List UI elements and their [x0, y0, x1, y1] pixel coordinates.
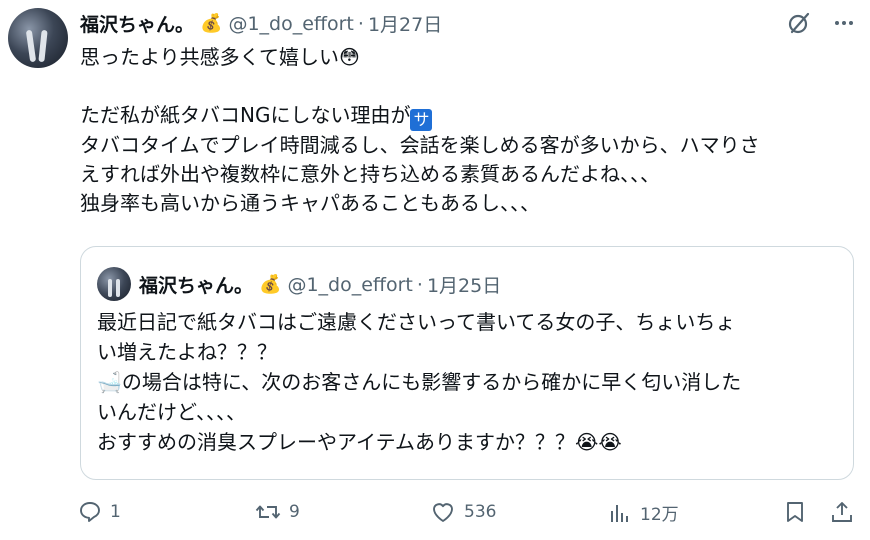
- views-icon: [611, 504, 628, 522]
- quote-author-avatar: [97, 267, 131, 301]
- quote-line: 最近日記で紙タバコはご遠慮くださいって書いてる女の子、ちょいちょ: [97, 310, 736, 334]
- tweet-text: 思ったより共感多くて嬉しい😳 ただ私が紙タバコNGにしない理由がサ タバコタイム…: [80, 43, 860, 218]
- avatar-figure: [116, 279, 120, 297]
- sa-badge-icon: サ: [410, 109, 433, 131]
- reply-icon: [80, 502, 100, 522]
- quote-line: おすすめの消臭スプレーやアイテムありますか？？？😭😭: [97, 430, 622, 454]
- author-name[interactable]: 福沢ちゃん。: [80, 10, 194, 37]
- bookmark-icon: [787, 502, 803, 522]
- money-bag-icon: 💰: [259, 274, 282, 295]
- tweet-header: 福沢ちゃん。 💰 @1_do_effort · 1月27日: [80, 10, 442, 37]
- tweet-date[interactable]: 1月27日: [368, 10, 442, 37]
- quote-author-handle: @1_do_effort: [287, 273, 413, 296]
- avatar-figure: [25, 29, 37, 63]
- share-button[interactable]: [830, 500, 854, 524]
- bookmark-button[interactable]: [784, 500, 806, 524]
- separator: ·: [416, 273, 423, 296]
- quote-header: 福沢ちゃん。 💰 @1_do_effort · 1月25日: [139, 271, 501, 298]
- tweet-line: 思ったより共感多くて嬉しい😳: [80, 45, 360, 69]
- share-icon: [832, 502, 852, 522]
- views-button[interactable]: 12万: [608, 500, 679, 525]
- quote-author-name: 福沢ちゃん。: [139, 275, 254, 297]
- quoted-tweet[interactable]: 福沢ちゃん。 💰 @1_do_effort · 1月25日 最近日記で紙タバコは…: [80, 246, 854, 480]
- top-actions: [786, 10, 856, 36]
- author-avatar[interactable]: [8, 8, 68, 68]
- tweet-line: タバコタイムでプレイ時間減るし、会話を楽しめる客が多いから、ハマりさ: [80, 133, 760, 157]
- money-bag-icon: 💰: [200, 13, 223, 34]
- quote-line: い増えたよね？？？: [97, 340, 277, 364]
- retweet-count: 9: [289, 502, 300, 522]
- reply-count: 1: [110, 502, 121, 522]
- tweet-line: えすれば外出や複数枠に意外と持ち込める素質あるんだよね、、、: [80, 162, 660, 186]
- views-count: 12万: [640, 505, 679, 525]
- quote-date: 1月25日: [426, 275, 502, 297]
- tweet-line: ただ私が紙タバコNGにしない理由がサ: [80, 101, 860, 131]
- quote-line: 🛁の場合は特に、次のお客さんにも影響するから確かに早く匂い消した: [97, 370, 742, 394]
- like-count: 536: [464, 502, 497, 522]
- author-handle[interactable]: @1_do_effort: [228, 13, 353, 35]
- grok-icon[interactable]: [786, 10, 812, 36]
- tweet-line: [80, 72, 860, 101]
- retweet-button[interactable]: 9: [255, 500, 300, 524]
- tweet-line-text: ただ私が紙タバコNGにしない理由が: [80, 103, 411, 127]
- action-bar: 1 9 536 12万: [78, 500, 858, 530]
- retweet-icon: [255, 505, 281, 519]
- like-icon: [433, 503, 453, 522]
- more-icon[interactable]: [832, 11, 856, 35]
- avatar-figure: [108, 279, 112, 297]
- avatar-figure: [38, 29, 48, 63]
- reply-button[interactable]: 1: [78, 500, 121, 524]
- quote-text: 最近日記で紙タバコはご遠慮くださいって書いてる女の子、ちょいちょ い増えたよね？…: [97, 307, 841, 457]
- separator: ·: [357, 12, 364, 35]
- like-button[interactable]: 536: [430, 500, 496, 524]
- tweet-line: 独身率も高いから通うキャパあることもあるし、、、: [80, 191, 540, 215]
- quote-line: いんだけど、、、、: [97, 400, 246, 424]
